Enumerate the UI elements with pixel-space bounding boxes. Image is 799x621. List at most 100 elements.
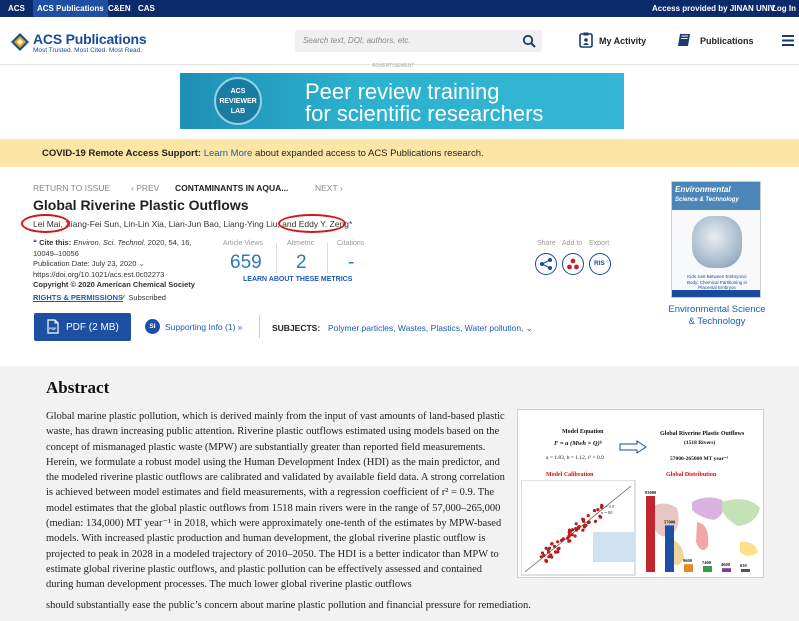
ad-headline-2: for scientific researchers [305,101,544,126]
distribution-bar [665,525,674,572]
distribution-map: 93000 57000 9600 7400 4600 630 [642,480,763,576]
calibration-scatter-plot: r² = 0.9 n = 80 [521,480,636,576]
next-article-link[interactable]: NEXT › [315,183,343,193]
cover-caption: Kids Just Between Embryonic Body: Chemic… [686,274,748,290]
doi-link[interactable]: https://doi.org/10.1021/acs.est.0c02273 [33,270,218,281]
supporting-info-icon[interactable]: SI [145,319,160,334]
scatter-point [574,522,578,526]
pdf-download-button[interactable]: PDF PDF (2 MB) [34,313,131,341]
svg-text:PDF: PDF [49,327,57,331]
rights-permissions-link[interactable]: RIGHTS & PERMISSIONS [33,293,123,302]
badge-text-mid: REVIEWER [219,98,257,105]
covid-banner-text: about expanded access to ACS Publication… [254,148,484,159]
cover-footer-band [672,290,760,297]
altmetric-value[interactable]: 2 [296,252,307,274]
cite-journal: Environ. Sci. Technol. [73,238,146,247]
publications-icon[interactable] [677,32,691,48]
scatter-point [559,538,564,542]
cite-label[interactable]: Cite this: [39,238,71,247]
learn-about-metrics-link[interactable]: LEARN ABOUT THESE METRICS [243,276,352,283]
article-title: Global Riverine Plastic Outflows [33,197,249,213]
add-to-button[interactable] [562,253,584,275]
search-input[interactable]: Search text, DOI, authors, etc. [303,36,411,45]
subjects-label: SUBJECTS: [272,323,321,333]
scatter-point [556,540,560,544]
scatter-point [581,528,585,532]
cover-title-line-2: Science & Technology [675,197,739,203]
distribution-bar [703,566,712,572]
export-label: Export [589,240,610,247]
acs-logo-icon[interactable] [10,32,30,52]
toc-model-equation-label: Model Equation [562,429,604,435]
distribution-bar-label: 9600 [683,558,693,563]
login-link[interactable]: Log In [772,4,796,13]
scatter-point [545,559,549,563]
section-name: CONTAMINANTS IN AQUA... [175,183,289,193]
check-icon: ✓ [120,293,127,302]
scatter-point [548,546,552,550]
quote-icon[interactable]: ❝ [33,238,37,247]
distribution-bar-label: 630 [740,563,748,568]
export-ris-button[interactable]: RIS [589,253,611,275]
scatter-point [593,519,598,523]
pdf-button-label: PDF (2 MB) [66,322,119,333]
distribution-bar [722,568,731,572]
scatter-point [547,550,551,554]
arrow-right-icon [619,440,647,454]
scatter-point [547,555,551,559]
citation-block: ❝ Cite this: Environ. Sci. Technol. 2020… [33,238,218,291]
ris-label: RIS [594,260,605,267]
my-activity-icon[interactable] [579,32,593,48]
badge-text-top: ACS [230,88,246,95]
toc-range: 57000-265000 MT year⁻¹ [670,456,729,462]
scatter-point [568,539,572,543]
citations-value: - [348,252,355,273]
my-activity-link[interactable]: My Activity [599,36,646,46]
scatter-point [573,534,577,538]
annotation-circle-corresponding-author [278,214,346,233]
search-box[interactable]: Search text, DOI, authors, etc. [295,30,542,52]
scatter-point [556,547,560,551]
journal-name-link[interactable]: Environmental Science & Technology [664,304,770,328]
toc-distribution-label: Global Distribution [666,472,717,478]
topbar-link-acs[interactable]: ACS [8,4,25,13]
share-button[interactable] [535,253,557,275]
subscribed-status: ✓ Subscribed [120,293,166,302]
hamburger-menu-icon[interactable] [782,35,794,46]
distribution-bar-label: 57000 [664,519,676,524]
add-to-label: Add to [562,240,583,247]
scatter-point [598,514,602,518]
journal-cover-image[interactable]: Environmental Science & Technology Kids … [671,181,761,298]
topbar-link-cen[interactable]: C&EN [108,4,131,13]
brand-tagline: Most Trusted. Most Cited. Most Read. [33,47,143,54]
cover-title: Environmental Science & Technology [675,185,759,205]
advertisement-banner[interactable]: ACS REVIEWER LAB Peer review training fo… [180,73,624,129]
chevron-down-icon[interactable]: ⌄ [139,259,145,268]
toc-params: a = 1.83, b = 1.12, r² = 0.9 [546,455,604,461]
topbar-link-cas[interactable]: CAS [138,4,155,13]
learn-more-link[interactable]: Learn More [204,148,253,159]
distribution-bar [684,564,693,572]
article-views-label: Article Views [223,240,263,247]
annotation-circle-first-author [21,214,70,233]
toc-calibration-label: Model Calibration [546,472,594,478]
supporting-info-link[interactable]: Supporting Info (1) » [165,322,243,332]
scatter-point [592,509,597,513]
return-to-issue-link[interactable]: RETURN TO ISSUE [33,183,110,193]
cover-artwork [692,216,742,268]
abstract-body-last-line: should substantially ease the public’s c… [46,600,531,611]
distribution-bar-label: 7400 [702,560,712,565]
toc-graphic[interactable]: Model Equation F = a (Mwh × Q)ᵇ a = 1.83… [517,409,764,578]
add-to-icon [567,258,579,270]
scatter-point [553,550,558,554]
prev-article-link[interactable]: ‹ PREV [131,183,159,193]
scatter-point [553,544,557,549]
publications-link[interactable]: Publications [700,36,754,46]
distribution-bar [741,569,750,572]
topbar-link-acs-publications[interactable]: ACS Publications [33,0,108,17]
subjects-list[interactable]: Polymer particles, Wastes, Plastics, Wat… [328,323,533,334]
search-icon[interactable] [522,34,536,48]
scatter-point [586,520,590,525]
brand-name[interactable]: ACS Publications [33,31,147,47]
metric-divider [327,243,328,273]
